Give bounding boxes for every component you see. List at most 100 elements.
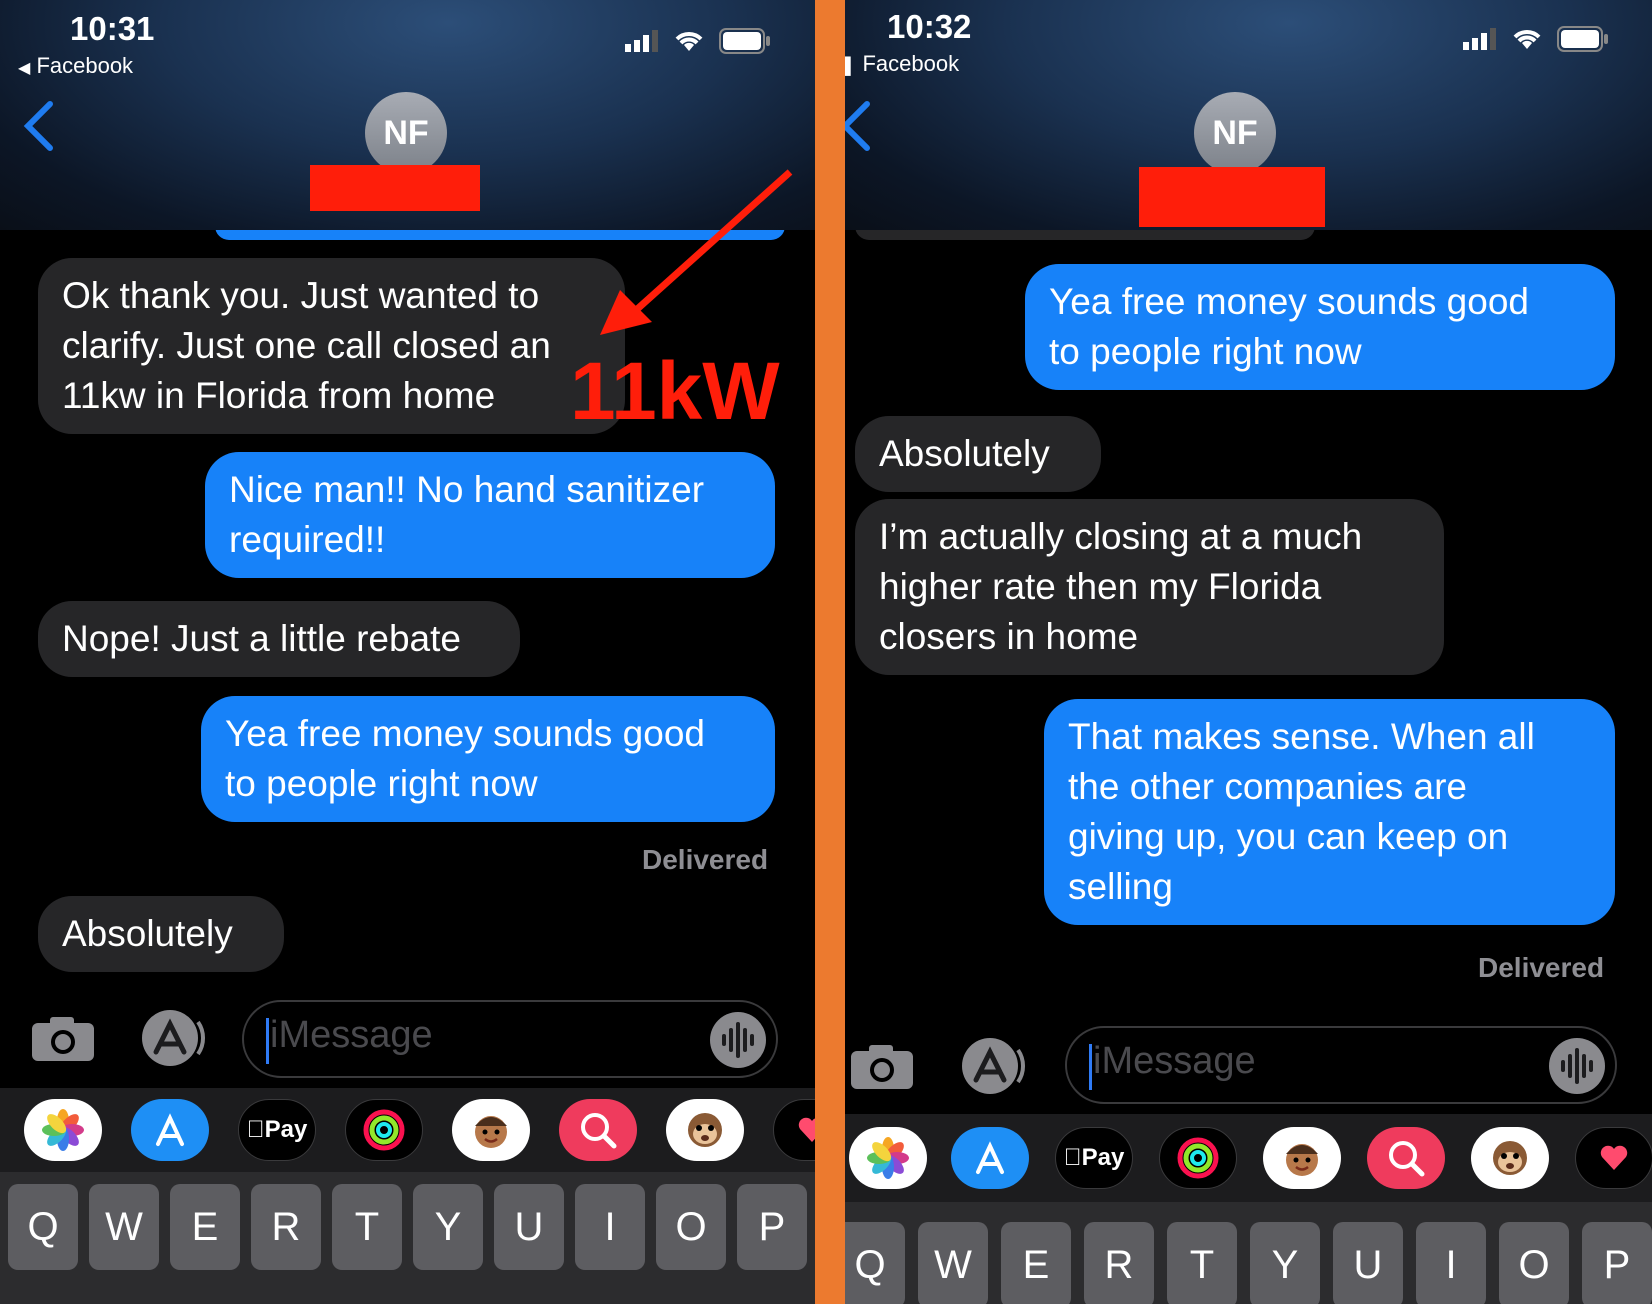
- memoji-face-icon: [1286, 1144, 1318, 1176]
- animoji-monkey-app-icon[interactable]: [1471, 1127, 1549, 1189]
- memoji-app-icon[interactable]: [452, 1099, 530, 1161]
- conversation-header: 10:32 ▌ Facebook NF: [845, 0, 1652, 230]
- wifi-icon: [675, 32, 703, 51]
- contact-avatar[interactable]: NF: [1194, 92, 1276, 174]
- photos-app-icon[interactable]: [24, 1099, 102, 1161]
- key-i[interactable]: I: [1416, 1222, 1486, 1304]
- imessage-input[interactable]: iMessage: [1065, 1026, 1617, 1104]
- web-search-app-icon[interactable]: [559, 1099, 637, 1161]
- app-store-app-icon[interactable]: [131, 1099, 209, 1161]
- back-triangle-icon: ◀: [18, 60, 31, 77]
- left-screenshot: 10:31 ◀ Facebook NF Ok thank you. Just w…: [0, 0, 815, 1304]
- keyboard: Q W E R T Y U I O P: [845, 1202, 1652, 1304]
- key-w[interactable]: W: [89, 1184, 159, 1270]
- memoji-app-icon[interactable]: [1263, 1127, 1341, 1189]
- cellular-signal-icon: [1463, 28, 1496, 50]
- key-y[interactable]: Y: [1250, 1222, 1320, 1304]
- redacted-contact-name: [1139, 167, 1325, 227]
- message-bubble-outgoing[interactable]: Yea free money sounds good to people rig…: [1025, 264, 1624, 390]
- wifi-icon: [1513, 30, 1541, 49]
- key-i[interactable]: I: [575, 1184, 645, 1270]
- web-search-app-icon[interactable]: [1367, 1127, 1445, 1189]
- camera-icon[interactable]: [849, 1043, 915, 1091]
- key-p[interactable]: P: [1582, 1222, 1652, 1304]
- message-bubble-outgoing[interactable]: That makes sense. When all the other com…: [1044, 699, 1624, 925]
- key-q[interactable]: Q: [8, 1184, 78, 1270]
- animoji-monkey-app-icon[interactable]: [666, 1099, 744, 1161]
- message-bubble-outgoing[interactable]: Nice man!! No hand sanitizer required!!: [205, 452, 784, 578]
- cellular-signal-icon: [625, 30, 658, 52]
- app-drawer-icon[interactable]: [956, 1036, 1028, 1096]
- message-bubble-incoming[interactable]: Absolutely: [30, 896, 284, 972]
- key-o[interactable]: O: [1499, 1222, 1569, 1304]
- text-caret: [1089, 1044, 1092, 1090]
- audio-message-icon[interactable]: [1547, 1036, 1607, 1096]
- key-p[interactable]: P: [737, 1184, 807, 1270]
- message-line: Nope! Just a little rebate: [62, 618, 461, 659]
- message-line: the other companies are: [1068, 766, 1468, 807]
- key-r[interactable]: R: [251, 1184, 321, 1270]
- contact-avatar[interactable]: NF: [365, 92, 447, 174]
- app-store-glyph-icon: [976, 1141, 1004, 1174]
- message-bubble-incoming[interactable]: Ok thank you. Just wanted to clarify. Ju…: [30, 258, 625, 434]
- activity-rings-icon: [1177, 1137, 1219, 1179]
- message-line: selling: [1068, 866, 1173, 907]
- monkey-face-icon: [688, 1113, 722, 1147]
- key-q[interactable]: Q: [845, 1222, 905, 1304]
- app-strip: Pay: [845, 1114, 1652, 1202]
- audio-message-icon[interactable]: [708, 1010, 768, 1070]
- key-y[interactable]: Y: [413, 1184, 483, 1270]
- keyboard: Q W E R T Y U I O P: [0, 1172, 815, 1304]
- key-w[interactable]: W: [918, 1222, 988, 1304]
- key-u[interactable]: U: [494, 1184, 564, 1270]
- annotation-arrow: [600, 169, 793, 335]
- message-line: to people right now: [225, 763, 538, 804]
- digital-touch-app-icon[interactable]: [1575, 1127, 1652, 1189]
- status-time: 10:32: [887, 8, 972, 45]
- back-to-app-link[interactable]: ◀ Facebook: [18, 53, 133, 79]
- message-line: clarify. Just one call closed an: [62, 325, 551, 366]
- monkey-face-icon: [1493, 1141, 1527, 1175]
- key-u[interactable]: U: [1333, 1222, 1403, 1304]
- back-to-app-link[interactable]: ▌ Facebook: [845, 51, 959, 77]
- back-chevron-icon[interactable]: [845, 98, 875, 158]
- message-line: Ok thank you. Just wanted to: [62, 275, 540, 316]
- digital-touch-app-icon[interactable]: [773, 1099, 815, 1161]
- key-e[interactable]: E: [170, 1184, 240, 1270]
- magnifier-globe-icon: [1389, 1141, 1425, 1177]
- activity-rings-icon: [363, 1109, 405, 1151]
- app-strip: Pay: [0, 1088, 815, 1172]
- apple-pay-app-icon[interactable]: Pay: [1055, 1127, 1133, 1189]
- app-drawer-icon[interactable]: [136, 1008, 208, 1068]
- activity-app-icon[interactable]: [345, 1099, 423, 1161]
- app-store-app-icon[interactable]: [951, 1127, 1029, 1189]
- key-e[interactable]: E: [1001, 1222, 1071, 1304]
- heart-icon: [798, 1117, 815, 1142]
- compose-bar: iMessage: [0, 978, 815, 1088]
- key-o[interactable]: O: [656, 1184, 726, 1270]
- imessage-input[interactable]: iMessage: [242, 1000, 778, 1078]
- key-r[interactable]: R: [1084, 1222, 1154, 1304]
- magnifier-globe-icon: [581, 1113, 617, 1149]
- compose-bar: iMessage: [845, 1004, 1652, 1114]
- message-bubble-outgoing[interactable]: Yea free money sounds good to people rig…: [201, 696, 784, 822]
- delivered-status: Delivered: [642, 844, 769, 875]
- delivered-status: Delivered: [1478, 952, 1605, 983]
- message-bubble-incoming[interactable]: Nope! Just a little rebate: [30, 601, 520, 677]
- key-t[interactable]: T: [332, 1184, 402, 1270]
- status-icons: [625, 28, 771, 54]
- back-triangle-icon: ▌: [845, 58, 857, 75]
- message-bubble-incoming[interactable]: I’m actually closing at a much higher ra…: [847, 499, 1444, 675]
- activity-app-icon[interactable]: [1159, 1127, 1237, 1189]
- back-chevron-icon[interactable]: [18, 98, 58, 158]
- photos-app-icon[interactable]: [849, 1127, 927, 1189]
- right-screenshot: 10:32 ▌ Facebook NF Yea free money sound…: [845, 0, 1652, 1304]
- battery-icon: [719, 28, 770, 54]
- back-app-label: Facebook: [36, 53, 134, 78]
- message-bubble-incoming[interactable]: Absolutely: [847, 416, 1101, 492]
- message-line: I’m actually closing at a much: [879, 516, 1363, 557]
- camera-icon[interactable]: [30, 1015, 96, 1063]
- message-line: Absolutely: [62, 913, 233, 954]
- apple-pay-app-icon[interactable]: Pay: [238, 1099, 316, 1161]
- key-t[interactable]: T: [1167, 1222, 1237, 1304]
